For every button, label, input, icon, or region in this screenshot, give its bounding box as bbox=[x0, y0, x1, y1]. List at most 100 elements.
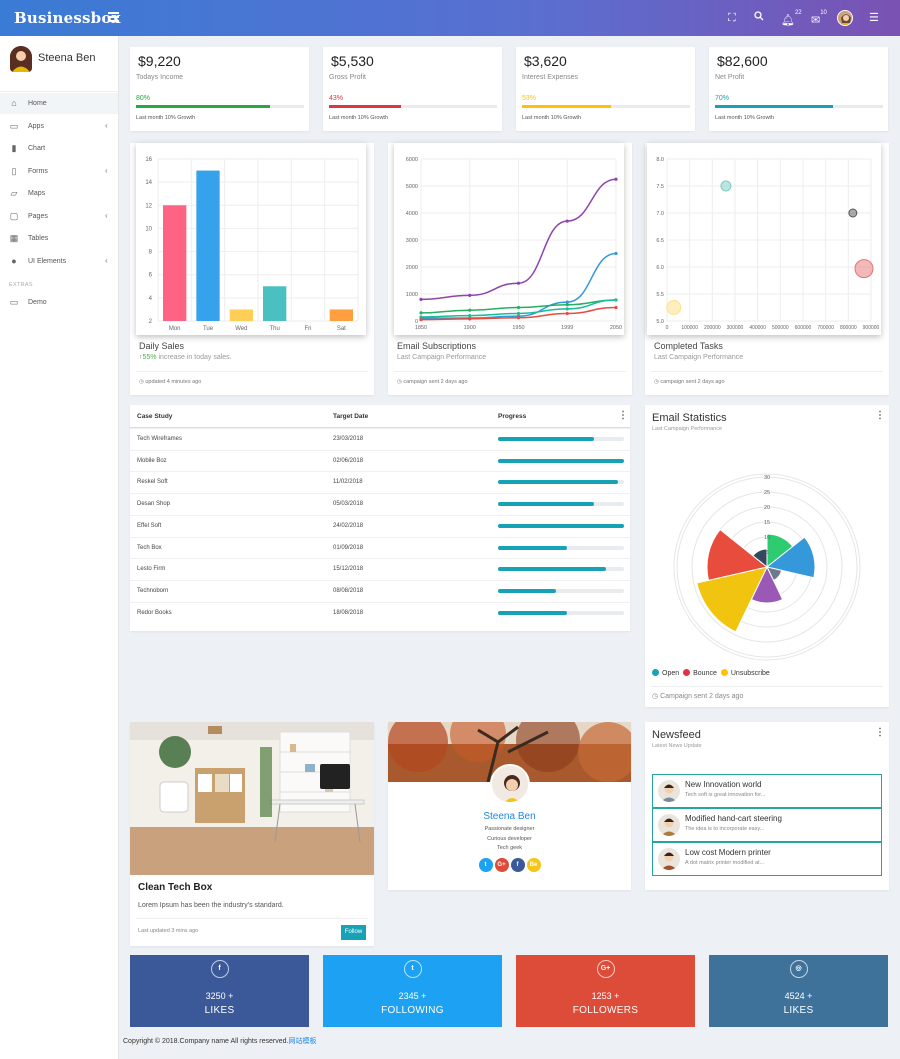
stat-value: $9,220 bbox=[138, 53, 181, 69]
series-point bbox=[614, 298, 618, 302]
stat-card: $9,220 Todays Income 80% Last month 10% … bbox=[130, 47, 309, 131]
progress-bar bbox=[498, 588, 624, 593]
table-row[interactable]: Reskel Soft 11/02/2018 bbox=[130, 471, 630, 493]
daily-sales-card: 2 4 6 8 10 12 14 16 Mon Tue Wed Thu Fri Sat Daily Sal… bbox=[130, 143, 374, 395]
sidebar-item-demo[interactable]: ▭ Demo bbox=[0, 292, 118, 313]
user-avatar[interactable] bbox=[837, 10, 853, 26]
target-date-cell: 15/12/2018 bbox=[333, 566, 364, 573]
stat-label: Net Profit bbox=[715, 74, 745, 81]
x-tick-label: Mon bbox=[169, 326, 181, 332]
profile-card: Steena Ben Passionate designer Curious de… bbox=[388, 722, 631, 890]
x-tick-label: 100000 bbox=[681, 325, 698, 331]
fullscreen-icon[interactable]: ⛶ bbox=[728, 11, 736, 25]
news-item[interactable]: Modified hand-cart steering The idea is … bbox=[652, 808, 882, 842]
series-point bbox=[468, 314, 472, 318]
y-tick-label: 8 bbox=[149, 250, 153, 256]
news-title: New Innovation world bbox=[685, 780, 762, 789]
table-menu-icon[interactable]: ⋮ bbox=[618, 410, 628, 421]
x-tick-label: 1900 bbox=[464, 325, 476, 331]
daily-sales-chart-svg: 2 4 6 8 10 12 14 16 Mon Tue Wed Thu Fri Sat bbox=[145, 157, 359, 332]
social-tile[interactable]: t 2345 + FOLLOWING bbox=[323, 955, 502, 1027]
menu-toggle-icon[interactable] bbox=[108, 12, 119, 22]
blog-title: Clean Tech Box bbox=[138, 882, 213, 893]
news-item[interactable]: Low cost Modern printer A dot matrix pri… bbox=[652, 842, 882, 876]
newsfeed-subtitle: Latest News Update bbox=[652, 743, 702, 749]
series-point bbox=[565, 303, 569, 307]
settings-menu-icon[interactable]: ☰ bbox=[869, 11, 879, 25]
social-count: 4524 + bbox=[784, 991, 813, 1001]
social-tile[interactable]: ◎ 4524 + LIKES bbox=[709, 955, 888, 1027]
y-tick-label: 5000 bbox=[406, 184, 418, 190]
legend-item: Bounce bbox=[683, 669, 717, 677]
top-bar: Businessbox ⛶ 🔔︎22 ✉10 ☰ bbox=[0, 0, 900, 36]
pages-icon: ▢ bbox=[9, 210, 19, 221]
y-tick-label: 7.0 bbox=[656, 211, 664, 217]
y-tick-label: 6.0 bbox=[656, 265, 664, 271]
completed-tasks-title: Completed Tasks bbox=[654, 341, 723, 351]
social-tile[interactable]: f 3250 + LIKES bbox=[130, 955, 309, 1027]
email-subscriptions-chart: 0 1000 2000 3000 4000 5000 6000 1850 1900 1950 199… bbox=[394, 143, 624, 335]
table-row[interactable]: Desan Shop 05/03/2018 bbox=[130, 493, 630, 515]
legend-item: Unsubscribe bbox=[720, 669, 770, 677]
sidebar-item-home[interactable]: ⌂ Home bbox=[0, 93, 118, 114]
table-row[interactable]: Redor Books 18/08/2018 bbox=[130, 601, 630, 624]
completed-tasks-chart-svg: 5.0 5.5 6.0 6.5 7.0 7.5 8.0 0 100000 200000 300000… bbox=[656, 157, 879, 331]
social-tile[interactable]: G+ 1253 + FOLLOWERS bbox=[516, 955, 695, 1027]
facebook-icon: f bbox=[210, 960, 229, 978]
bar-mon bbox=[163, 205, 187, 321]
sidebar-item-ui-elements[interactable]: ● UI Elements ‹ bbox=[0, 251, 118, 272]
scatter-point bbox=[720, 180, 732, 192]
target-date-cell: 01/09/2018 bbox=[333, 544, 364, 551]
mail-icon[interactable]: ✉10 bbox=[811, 10, 827, 28]
completed-tasks-subtitle: Last Campaign Performance bbox=[654, 354, 744, 361]
email-statistics-card: Email Statistics Last Campaign Performan… bbox=[645, 405, 889, 707]
y-tick-label: 6 bbox=[149, 273, 153, 279]
sidebar-item-maps[interactable]: ▱ Maps bbox=[0, 183, 118, 204]
blog-footer: Last updated 3 mins ago bbox=[138, 928, 199, 934]
daily-sales-title: Daily Sales bbox=[139, 341, 185, 351]
radial-tick-label: 10 bbox=[764, 535, 770, 541]
follow-button[interactable]: Follow bbox=[341, 925, 366, 940]
case-study-cell: Desan Shop bbox=[137, 501, 171, 508]
sidebar-item-forms[interactable]: ▯ Forms ‹ bbox=[0, 161, 118, 182]
footer-link[interactable]: 网站模板 bbox=[288, 1038, 316, 1045]
avatar[interactable] bbox=[10, 46, 32, 72]
newsfeed-menu-icon[interactable]: ⋮ bbox=[875, 727, 885, 738]
search-icon[interactable] bbox=[754, 11, 764, 25]
table-row[interactable]: Lesto Firm 15/12/2018 bbox=[130, 558, 630, 580]
blog-text: Lorem Ipsum has been the industry's stan… bbox=[138, 902, 284, 909]
sidebar-item-apps[interactable]: ▭ Apps ‹ bbox=[0, 116, 118, 137]
sidebar-item-chart[interactable]: ▮ Chart bbox=[0, 138, 118, 159]
x-tick-label: Thu bbox=[269, 326, 279, 332]
profile-avatar[interactable] bbox=[490, 764, 530, 804]
table-row[interactable]: Effel Soft 24/02/2018 bbox=[130, 514, 630, 537]
twitter-icon[interactable]: t bbox=[478, 858, 493, 872]
table-row[interactable]: Tech Wireframes 23/03/2018 bbox=[130, 428, 630, 450]
y-tick-label: 5.5 bbox=[656, 292, 664, 298]
case-study-cell: Redor Books bbox=[137, 609, 172, 616]
facebook-icon[interactable]: f bbox=[510, 858, 525, 872]
footer-text: Copyright © 2018.Company name All rights… bbox=[123, 1038, 317, 1045]
table-row[interactable]: Mobile Boz 02/06/2018 bbox=[130, 449, 630, 472]
progress-bar bbox=[498, 545, 624, 550]
news-item[interactable]: New Innovation world Tech soft is great … bbox=[652, 774, 882, 808]
google-plus-icon[interactable]: G+ bbox=[494, 858, 509, 872]
news-desc: The idea is to incorporate easy... bbox=[685, 826, 765, 832]
brand-logo[interactable]: Businessbox bbox=[14, 9, 121, 27]
notification-icon[interactable]: 🔔︎22 bbox=[781, 10, 802, 28]
y-tick-label: 2 bbox=[149, 319, 153, 325]
blog-card: Clean Tech Box Lorem Ipsum has been the … bbox=[130, 722, 374, 946]
profile-name: Steena Ben bbox=[483, 811, 536, 822]
email-subscriptions-chart-svg: 01000200030004000500060001850 1900 1950 199… bbox=[406, 157, 622, 331]
table-row[interactable]: Tech Box 01/09/2018 bbox=[130, 536, 630, 559]
bar-tue bbox=[196, 170, 220, 321]
table-row[interactable]: Technoborn 08/08/2018 bbox=[130, 579, 630, 602]
y-tick-label: 1000 bbox=[406, 292, 418, 298]
daily-sales-footer: ◷ updated 4 minutes ago bbox=[139, 379, 202, 385]
behance-icon[interactable]: Be bbox=[526, 858, 541, 872]
daily-sales-chart: 2 4 6 8 10 12 14 16 Mon Tue Wed Thu Fri Sat bbox=[136, 143, 366, 335]
email-statistics-menu-icon[interactable]: ⋮ bbox=[875, 410, 885, 421]
progress-bar bbox=[498, 610, 624, 615]
sidebar-item-pages[interactable]: ▢ Pages ‹ bbox=[0, 206, 118, 227]
sidebar-item-tables[interactable]: ▦ Tables bbox=[0, 228, 118, 249]
